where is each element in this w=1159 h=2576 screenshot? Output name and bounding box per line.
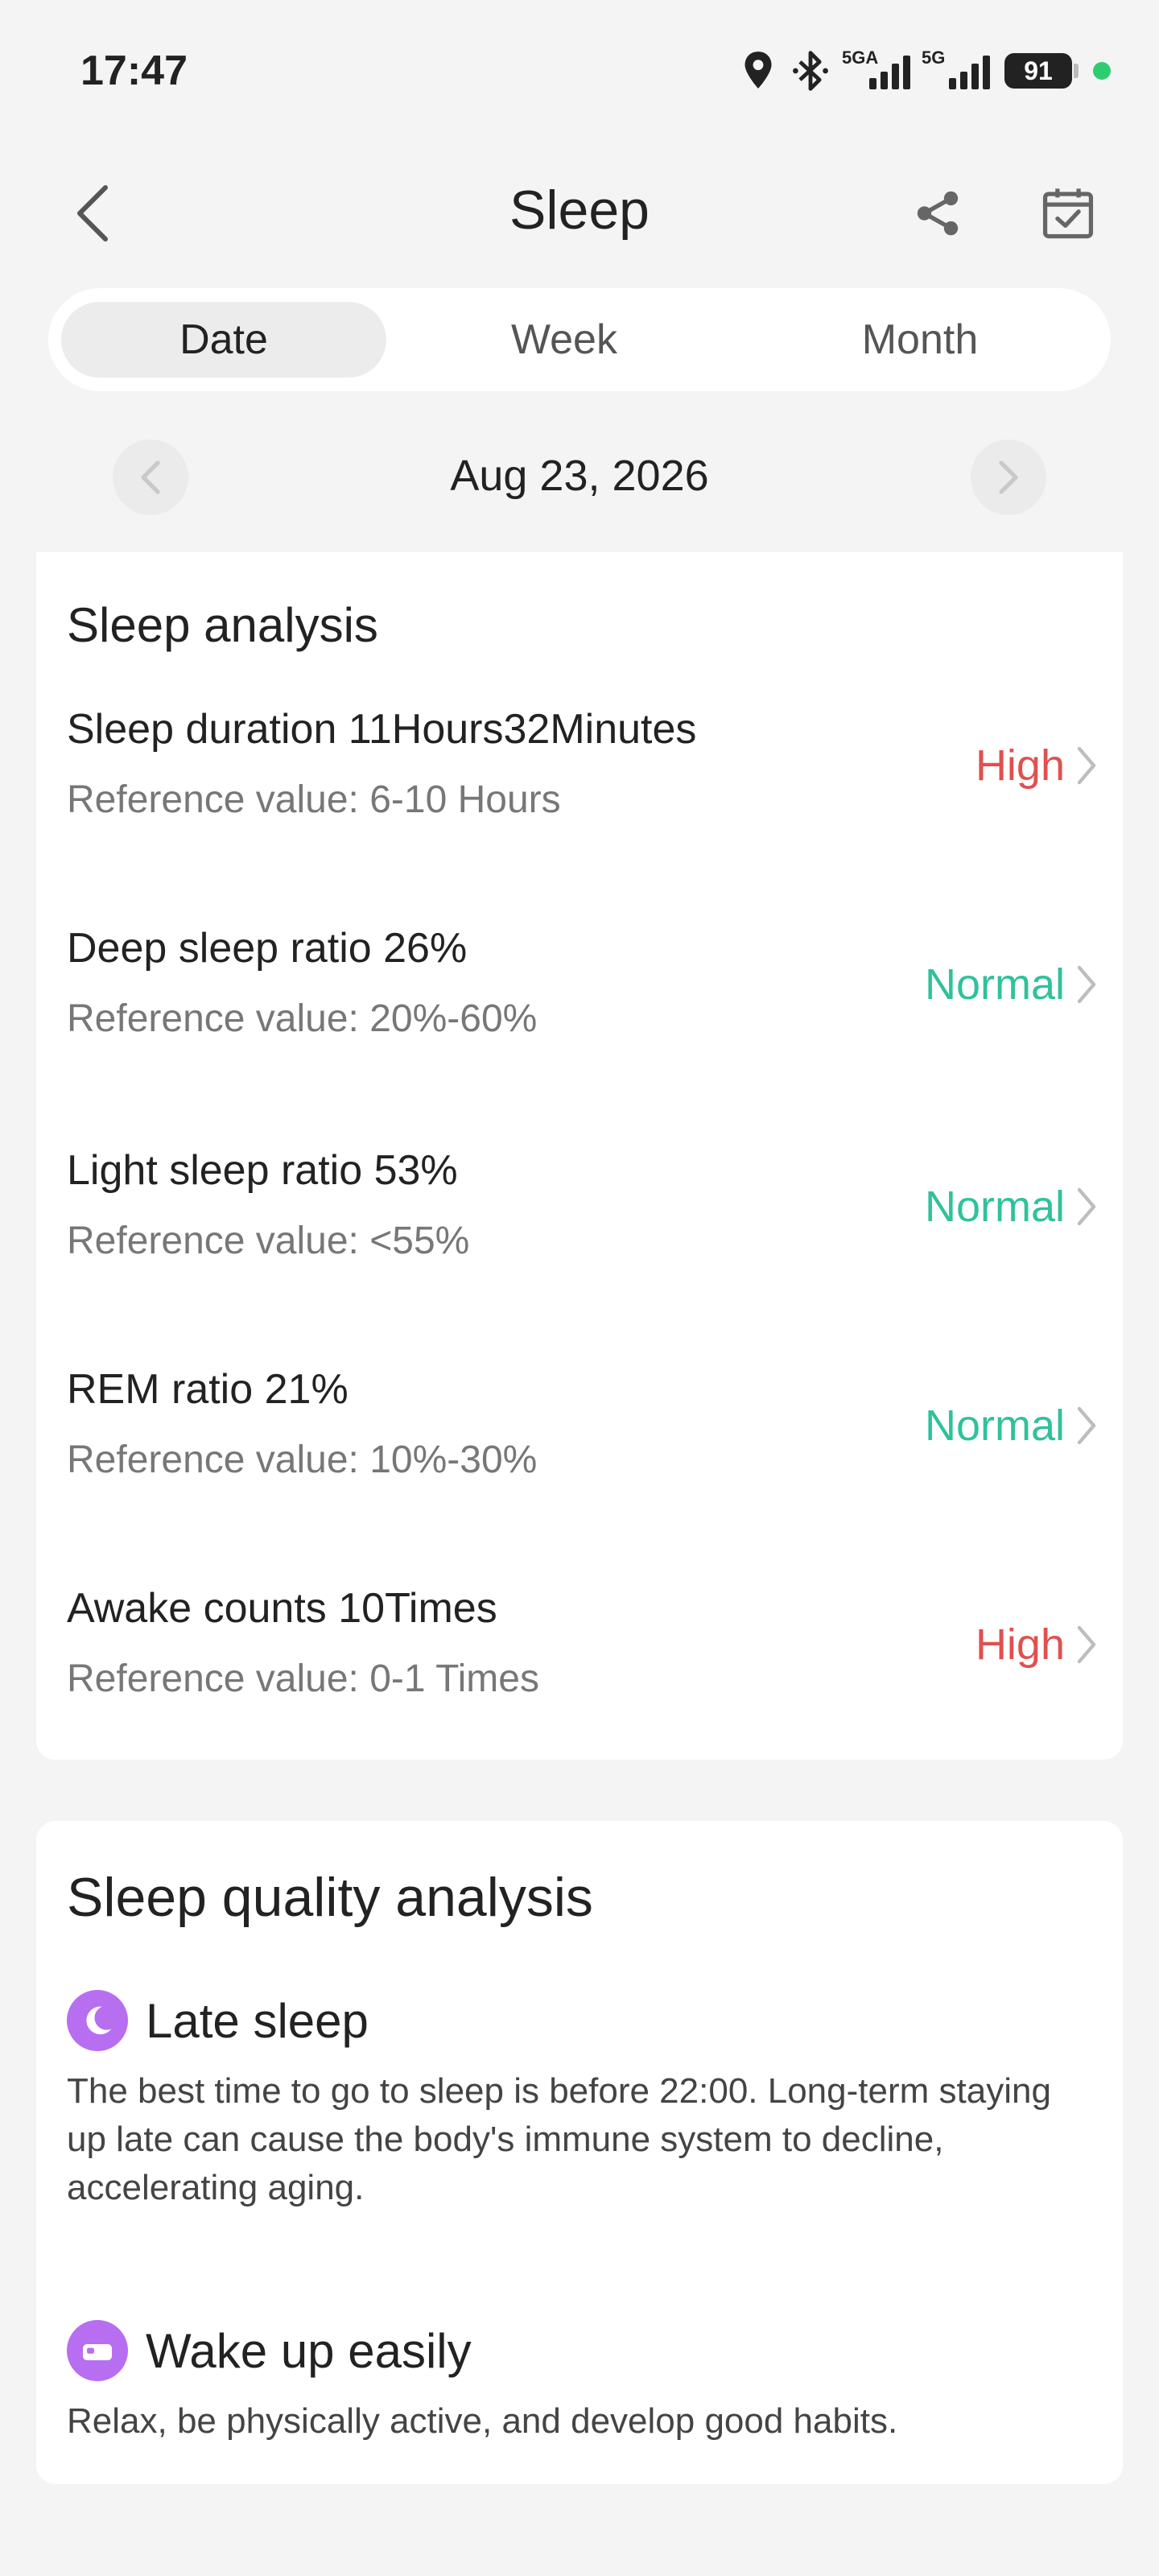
quality-item-title: Late sleep — [146, 1993, 369, 2048]
metric-name: Light sleep ratio 53% — [67, 1147, 458, 1194]
status-label: High — [975, 1620, 1065, 1669]
sleep-quality-card: Sleep quality analysis z Late sleep The … — [36, 1821, 1123, 2484]
chevron-right-icon — [1077, 1406, 1096, 1445]
metric-reference: Reference value: 6-10 Hours — [67, 778, 561, 821]
share-button[interactable] — [901, 177, 974, 250]
metric-reference: Reference value: 20%-60% — [67, 997, 538, 1040]
chevron-right-icon — [1077, 1187, 1096, 1226]
battery-icon: 91 — [1004, 53, 1072, 89]
chevron-right-icon — [1077, 746, 1096, 785]
metric-light-sleep-ratio[interactable]: Light sleep ratio 53% Reference value: <… — [67, 1146, 1097, 1307]
metric-name: Awake counts 10Times — [67, 1585, 497, 1632]
quality-item-title: Wake up easily — [146, 2323, 472, 2378]
status-label: High — [975, 741, 1065, 790]
chevron-right-icon — [1077, 965, 1096, 1004]
sleep-quality-title: Sleep quality analysis — [67, 1867, 593, 1928]
quality-item-header: z Late sleep — [67, 1990, 1097, 2051]
quality-item-description: Relax, be physically active, and develop… — [67, 2401, 898, 2441]
bluetooth-icon — [793, 51, 828, 91]
page-title: Sleep — [509, 180, 650, 241]
chevron-right-icon — [999, 460, 1018, 494]
metric-reference: Reference value: <55% — [67, 1220, 470, 1262]
metric-rem-ratio[interactable]: REM ratio 21% Reference value: 10%-30% N… — [67, 1365, 1097, 1526]
metric-status: High — [975, 737, 1097, 794]
metric-sleep-duration[interactable]: Sleep duration 11Hours32Minutes Referenc… — [67, 705, 1097, 866]
period-tabs: Date Week Month — [48, 288, 1111, 391]
metric-name: Deep sleep ratio 26% — [67, 925, 468, 972]
sleep-analysis-title: Sleep analysis — [67, 598, 378, 652]
moon-icon: z — [67, 1990, 128, 2051]
status-label: Normal — [924, 1402, 1065, 1450]
metric-status: High — [975, 1616, 1097, 1673]
quality-item-wake-up-easily: Wake up easily Relax, be physically acti… — [67, 2320, 1097, 2446]
tab-week[interactable]: Week — [386, 302, 742, 378]
sleep-analysis-card: Sleep analysis Sleep duration 11Hours32M… — [36, 552, 1123, 1760]
status-bar: 17:47 5GA 5G 91 — [0, 0, 1159, 145]
metric-status: Normal — [925, 1397, 1097, 1454]
quality-item-description: The best time to go to sleep is before 2… — [67, 2071, 1051, 2207]
privacy-indicator-dot — [1093, 62, 1111, 80]
tab-month[interactable]: Month — [742, 302, 1098, 378]
date-navigator: Aug 23, 2026 — [0, 440, 1159, 515]
battery-tip — [1074, 64, 1079, 78]
metric-name: REM ratio 21% — [67, 1366, 349, 1413]
metric-reference: Reference value: 0-1 Times — [67, 1657, 539, 1700]
next-date-button[interactable] — [971, 440, 1046, 515]
svg-text:z: z — [100, 2011, 105, 2023]
metric-status: Normal — [925, 956, 1097, 1013]
status-label: Normal — [924, 960, 1065, 1009]
metric-reference: Reference value: 10%-30% — [67, 1439, 538, 1481]
status-time: 17:47 — [80, 47, 188, 94]
quality-item-header: Wake up easily — [67, 2320, 1097, 2381]
metric-name: Sleep duration 11Hours32Minutes — [67, 706, 697, 753]
tab-date[interactable]: Date — [61, 302, 386, 378]
share-icon — [917, 191, 959, 236]
quality-item-late-sleep: z Late sleep The best time to go to slee… — [67, 1990, 1097, 2212]
signal-5g-icon: 5G — [922, 47, 990, 89]
metric-awake-counts[interactable]: Awake counts 10Times Reference value: 0-… — [67, 1584, 1097, 1745]
status-icons: 5GA 5G 91 — [740, 47, 1111, 95]
location-icon — [744, 52, 772, 89]
app-header: Sleep — [0, 161, 1159, 266]
metric-deep-sleep-ratio[interactable]: Deep sleep ratio 26% Reference value: 20… — [67, 924, 1097, 1085]
calendar-check-icon — [1042, 188, 1094, 239]
calendar-button[interactable] — [1032, 177, 1104, 250]
chevron-right-icon — [1077, 1625, 1096, 1664]
metric-status: Normal — [925, 1179, 1097, 1235]
bed-icon — [67, 2320, 128, 2381]
status-label: Normal — [924, 1183, 1065, 1231]
signal-5ga-icon: 5GA — [842, 47, 910, 89]
